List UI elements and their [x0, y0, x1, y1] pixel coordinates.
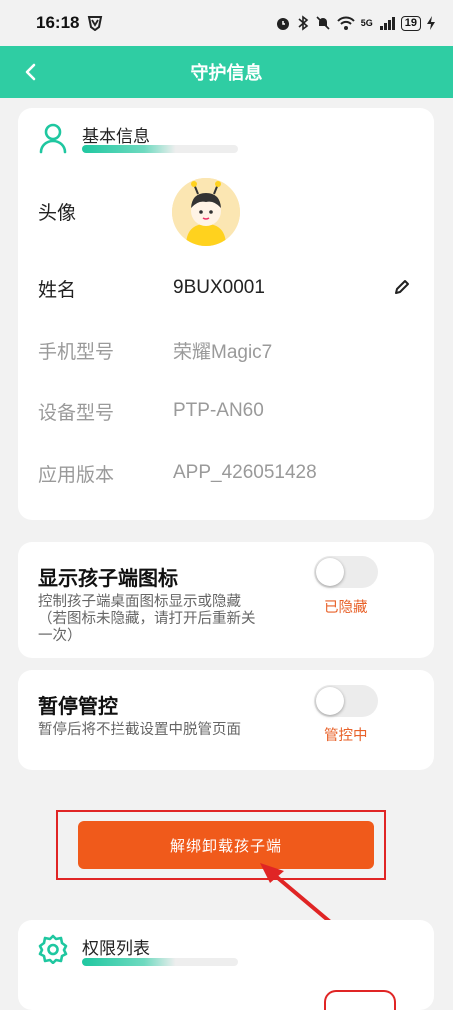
mute-bell-icon — [316, 16, 330, 30]
page-title: 守护信息 — [190, 63, 263, 83]
app-bar: 守护信息 — [0, 46, 453, 98]
phone-model-value: 荣耀Magic7 — [173, 341, 273, 363]
permissions-title-underline — [82, 958, 238, 966]
avatar-label: 头像 — [38, 202, 77, 224]
bluetooth-icon — [298, 15, 309, 31]
phone-model-label: 手机型号 — [38, 341, 115, 363]
show-icon-toggle-knob — [316, 558, 344, 586]
battery-indicator: 19 — [400, 15, 421, 31]
app-version-row: 应用版本 APP_426051428 — [38, 458, 418, 488]
alarm-icon — [276, 18, 289, 30]
pause-control-description: 暂停后将不拦截设置中脱管页面 — [38, 722, 241, 738]
status-bar: 16:18 5G 19 — [0, 0, 453, 46]
pause-control-card: 暂停管控 暂停后将不拦截设置中脱管页面 管控中 — [18, 670, 434, 770]
phone-model-row: 手机型号 荣耀Magic7 — [38, 335, 418, 365]
signal-icon — [379, 17, 395, 30]
basic-info-card: 基本信息 头像 姓名 9BUX0001 手机型号 荣耀Magic7 设备型号 P… — [18, 108, 434, 520]
annotation-highlight-partial — [324, 990, 396, 1010]
device-model-row: 设备型号 PTP-AN60 — [38, 396, 418, 426]
device-model-label: 设备型号 — [38, 402, 115, 424]
status-time: 16:18 — [36, 13, 80, 32]
device-model-value: PTP-AN60 — [173, 400, 264, 421]
wifi-icon — [337, 16, 355, 30]
pause-control-title: 暂停管控 — [38, 696, 118, 718]
app-version-label: 应用版本 — [38, 464, 115, 486]
avatar[interactable] — [172, 178, 240, 246]
network-type: 5G — [360, 18, 373, 28]
gear-icon — [38, 934, 68, 964]
show-icon-title: 显示孩子端图标 — [38, 568, 178, 590]
name-value: 9BUX0001 — [173, 277, 265, 298]
charging-icon — [427, 16, 435, 30]
pause-control-status: 管控中 — [324, 728, 368, 744]
app-version-value: APP_426051428 — [173, 462, 317, 483]
vpn-shield-icon — [88, 16, 103, 31]
name-label: 姓名 — [38, 279, 77, 301]
basic-info-title-underline — [82, 145, 238, 153]
name-row: 姓名 9BUX0001 — [38, 273, 418, 303]
show-icon-description: 控制孩子端桌面图标显示或隐藏（若图标未隐藏，请打开后重新关一次） — [38, 594, 256, 644]
chevron-left-icon[interactable] — [18, 58, 44, 86]
permissions-card: 权限列表 — [18, 920, 434, 1010]
basic-info-title: 基本信息 — [82, 127, 150, 146]
pause-control-toggle-knob — [316, 687, 344, 715]
show-icon-card: 显示孩子端图标 控制孩子端桌面图标显示或隐藏（若图标未隐藏，请打开后重新关一次）… — [18, 542, 434, 658]
permissions-title: 权限列表 — [82, 939, 150, 958]
pencil-edit-icon[interactable] — [392, 277, 412, 297]
person-icon — [39, 123, 67, 154]
pause-control-toggle[interactable] — [314, 685, 378, 717]
show-icon-status: 已隐藏 — [324, 600, 368, 616]
show-icon-toggle[interactable] — [314, 556, 378, 588]
